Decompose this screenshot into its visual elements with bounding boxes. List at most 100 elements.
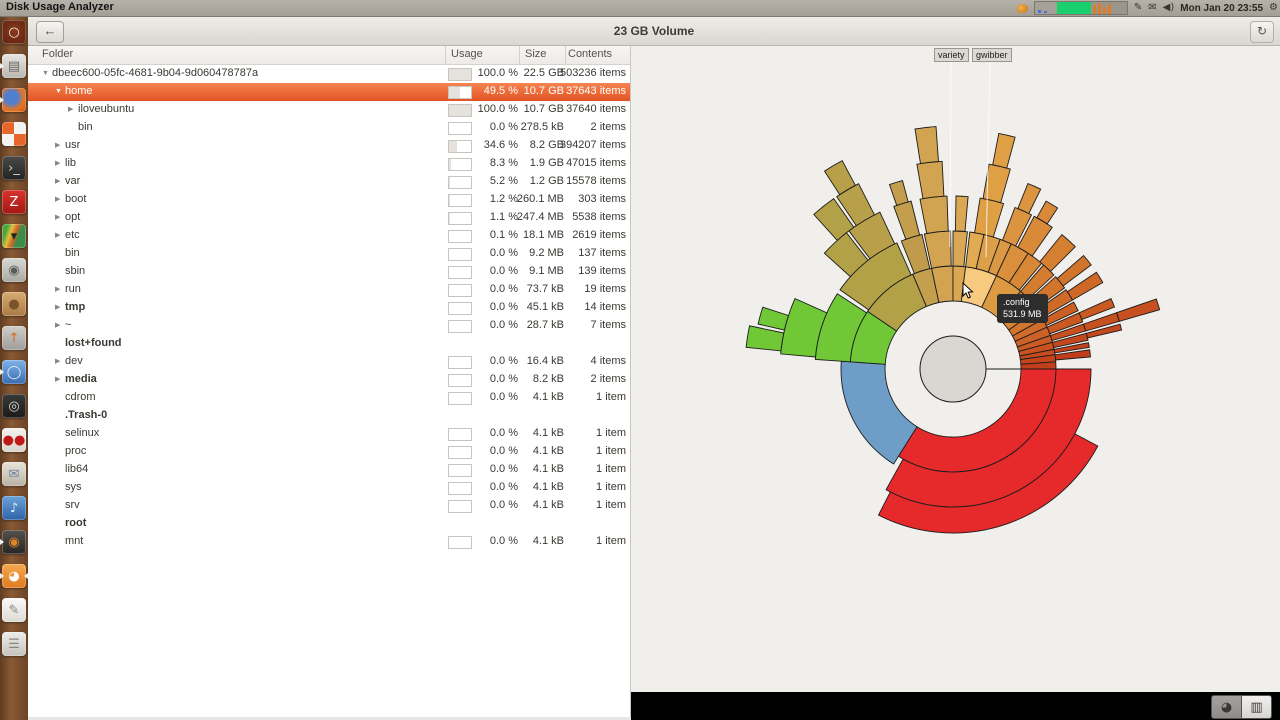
expander-icon[interactable]: ▶ [55,303,65,311]
chart-segment[interactable] [758,307,788,330]
table-row[interactable]: .Trash-0 [28,407,630,425]
expander-icon[interactable]: ▼ [42,70,52,77]
treemap-view-button[interactable]: ▥ [1242,695,1272,719]
expander-icon[interactable]: ▶ [55,321,65,329]
dock-atom-app[interactable]: ◎ [2,394,26,418]
table-row[interactable]: ▶var5.2 %1.2 GB15578 items [28,173,630,191]
table-row[interactable]: bin0.0 %278.5 kB2 items [28,119,630,137]
dock-file-manager[interactable]: ▤ [2,54,26,78]
size-value: 9.2 MB [529,247,564,259]
table-row[interactable]: ▶run0.0 %73.7 kB19 items [28,281,630,299]
usage-percent: 5.2 % [490,175,518,187]
expander-icon[interactable]: ▶ [55,141,65,149]
dock-speaker-app[interactable]: ◉ [2,530,26,554]
chart-center-root[interactable] [920,336,986,402]
chart-segment[interactable] [1040,235,1076,272]
col-header-usage[interactable]: Usage [451,48,483,60]
dock-cherries[interactable]: ●● [2,428,26,452]
table-row[interactable]: ▶~0.0 %28.7 kB7 items [28,317,630,335]
rescan-button[interactable]: ↻ [1250,21,1274,43]
table-row[interactable]: srv0.0 %4.1 kB1 item [28,497,630,515]
chart-segment[interactable] [953,231,967,267]
dock-owl-app[interactable]: ◉ [2,258,26,282]
table-header: Folder Usage Size Contents [28,45,630,65]
chart-segment[interactable] [955,196,968,232]
dock-updater[interactable]: ↑ [2,326,26,350]
expander-icon[interactable]: ▶ [55,285,65,293]
chart-segment[interactable] [890,181,909,206]
chart-segment[interactable] [894,201,920,239]
mail-icon[interactable]: ✉ [1148,0,1156,16]
table-row[interactable]: cdrom0.0 %4.1 kB1 item [28,389,630,407]
col-header-folder[interactable]: Folder [42,48,73,60]
expander-icon[interactable]: ▶ [68,105,78,113]
expander-icon[interactable]: ▶ [55,375,65,383]
dock-disk-usage-analyzer[interactable]: ◕ [2,564,26,588]
chart-segment[interactable] [915,127,939,164]
expander-icon[interactable]: ▶ [55,231,65,239]
table-row[interactable]: ▼home49.5 %10.7 GB37643 items [28,83,630,101]
expander-icon[interactable]: ▶ [55,195,65,203]
col-header-size[interactable]: Size [525,48,546,60]
dock-photos-bird[interactable]: ▾ [2,224,26,248]
table-row[interactable]: lib640.0 %4.1 kB1 item [28,461,630,479]
table-row[interactable]: root [28,515,630,533]
dock-terminal[interactable]: ›_ [2,156,26,180]
session-gear-icon[interactable]: ⚙ [1269,0,1278,16]
expander-icon[interactable]: ▼ [55,88,65,95]
dock-music-sync[interactable]: ♪ [2,496,26,520]
usage-percent: 100.0 % [478,67,518,79]
chart-segment[interactable] [920,196,948,233]
folder-name: bin [68,121,93,133]
table-row[interactable]: ▶etc0.1 %18.1 MB2619 items [28,227,630,245]
table-row[interactable]: ▶media0.0 %8.2 kB2 items [28,371,630,389]
table-row[interactable]: proc0.0 %4.1 kB1 item [28,443,630,461]
table-row[interactable]: bin0.0 %9.2 MB137 items [28,245,630,263]
table-row[interactable]: ▶tmp0.0 %45.1 kB14 items [28,299,630,317]
table-row[interactable]: ▶dev0.0 %16.4 kB4 items [28,353,630,371]
table-row[interactable]: ▶usr34.6 %8.2 GB394207 items [28,137,630,155]
sound-icon[interactable]: ◀) [1163,0,1175,16]
chart-segment[interactable] [1117,299,1160,321]
chart-segment[interactable] [993,133,1015,168]
dock-document-stack[interactable]: ☰ [2,632,26,656]
expander-icon[interactable]: ▶ [55,177,65,185]
dock-ubuntu-dash[interactable]: ○ [2,20,26,44]
table-row[interactable]: selinux0.0 %4.1 kB1 item [28,425,630,443]
table-row[interactable]: ▶iloveubuntu100.0 %10.7 GB37640 items [28,101,630,119]
usage-bar [448,302,472,315]
rings-chart-view-button[interactable]: ◕ [1211,695,1242,719]
table-row[interactable]: ▶lib8.3 %1.9 GB47015 items [28,155,630,173]
dock-notes[interactable]: ✎ [2,598,26,622]
chart-segment[interactable] [746,326,784,351]
table-row[interactable]: ▶opt1.1 %247.4 MB5538 items [28,209,630,227]
expander-icon[interactable]: ▶ [55,213,65,221]
size-value: 22.5 GB [524,67,564,79]
dock-filezilla[interactable]: Z [2,190,26,214]
expander-icon[interactable]: ▶ [55,159,65,167]
col-header-contents[interactable]: Contents [568,48,612,60]
table-row[interactable]: ▶boot1.2 %260.1 MB303 items [28,191,630,209]
tablet-pen-icon[interactable]: ✎ [1134,0,1142,16]
table-row[interactable]: mnt0.0 %4.1 kB1 item [28,533,630,551]
table-row[interactable]: ▼dbeec600-05fc-4681-9b04-9d060478787a100… [28,65,630,83]
chart-segment[interactable] [975,198,1004,237]
table-row[interactable]: sys0.0 %4.1 kB1 item [28,479,630,497]
dock-game-tiles[interactable] [2,122,26,146]
dock-lion-mascot[interactable]: ● [2,292,26,316]
chart-segment[interactable] [1018,184,1041,214]
table-row[interactable]: sbin0.0 %9.1 MB139 items [28,263,630,281]
chart-segment[interactable] [917,161,944,198]
dock-firefox[interactable] [2,88,26,112]
expander-icon[interactable]: ▶ [55,357,65,365]
dock-photo-card[interactable]: ✉ [2,462,26,486]
contents-value: 303 items [578,193,626,205]
rings-chart[interactable] [631,45,1280,692]
fish-indicator-icon[interactable] [1017,4,1028,13]
usage-percent: 0.0 % [490,319,518,331]
table-row[interactable]: lost+found [28,335,630,353]
system-load-indicator[interactable] [1034,1,1128,15]
dock-chromium-blue[interactable]: ◯ [2,360,26,384]
rings-chart-pane[interactable]: variety gwibber .config 531.9 MB [631,45,1280,692]
panel-clock[interactable]: Mon Jan 20 23:55 [1180,3,1263,14]
